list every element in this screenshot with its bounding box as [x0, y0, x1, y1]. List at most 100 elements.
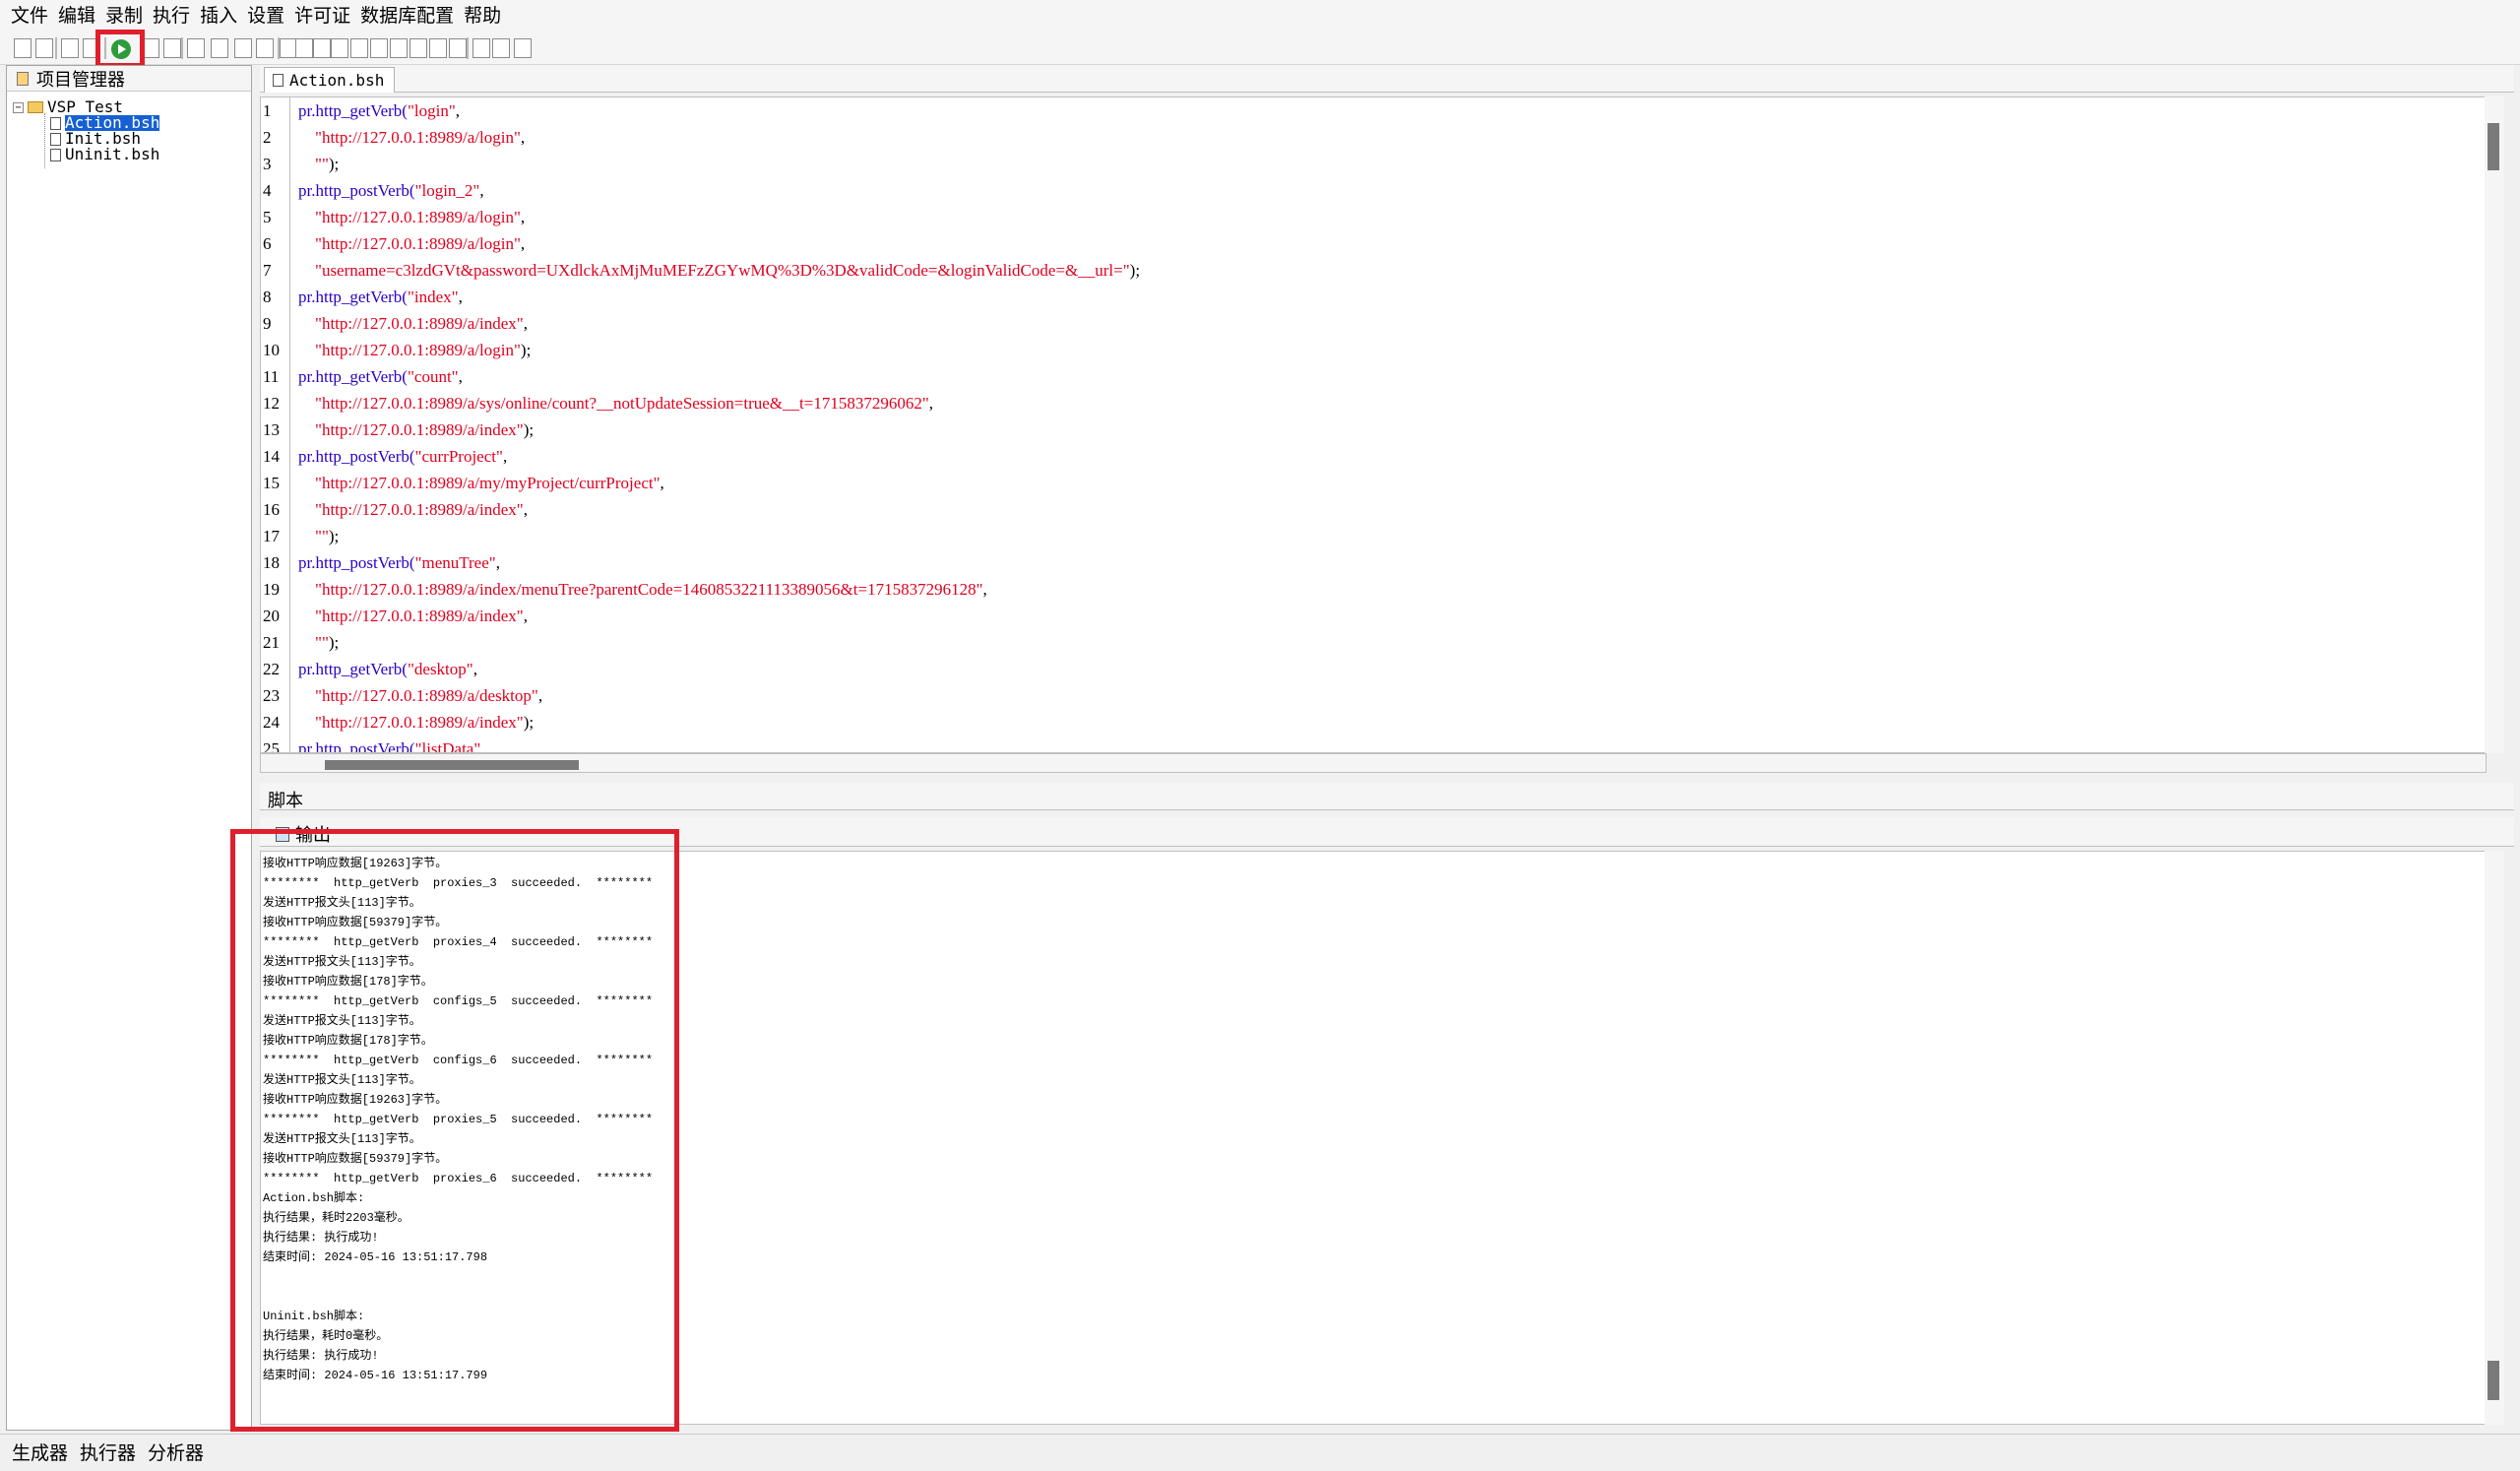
bottom-tab[interactable]: 执行器: [74, 1436, 142, 1471]
menu-item[interactable]: 执行: [148, 0, 195, 32]
editor-horizontal-scrollbar[interactable]: [260, 753, 2487, 773]
toolbar-tool-icon[interactable]: [331, 38, 348, 58]
project-manager-panel: 项目管理器 − VSP_Test Action.bsh Init.bsh Uni…: [6, 65, 252, 1431]
output-vertical-scrollbar[interactable]: [2485, 851, 2504, 1425]
code-token: ,: [495, 553, 500, 572]
tab-action-bsh[interactable]: Action.bsh: [264, 67, 396, 93]
code-line: 8 pr.http_getVerb("index",: [261, 284, 2476, 310]
collapse-icon[interactable]: −: [13, 101, 24, 113]
toolbar-tool-icon[interactable]: [370, 38, 388, 58]
file-icon: [50, 132, 61, 146]
toolbar-tool-icon[interactable]: [295, 38, 313, 58]
output-line: 接收HTTP响应数据[178]字节。: [263, 975, 433, 989]
tree-item-uninit-bsh[interactable]: Uninit.bsh: [7, 147, 251, 162]
bottom-tab[interactable]: 生成器: [6, 1436, 74, 1471]
code-text: "http://127.0.0.1:8989/a/sys/online/coun…: [298, 390, 933, 416]
menu-item[interactable]: 许可证: [289, 0, 355, 32]
bottom-tab[interactable]: 分析器: [142, 1436, 210, 1471]
toolbar-tool-icon[interactable]: [390, 38, 408, 58]
code-line: 1 pr.http_getVerb("login",: [261, 97, 2476, 124]
menu-item[interactable]: 录制: [100, 0, 148, 32]
code-token: "listData": [414, 739, 481, 753]
code-token: );: [523, 420, 535, 439]
toolbar-tool-icon[interactable]: [14, 38, 32, 58]
menu-item[interactable]: 文件: [6, 0, 53, 32]
code-line: 17 "");: [261, 523, 2476, 549]
code-text: "http://127.0.0.1:8989/a/index");: [298, 709, 534, 736]
code-token: pr.http_getVerb(: [298, 367, 408, 386]
toolbar-tool-icon[interactable]: [313, 38, 331, 58]
toolbar-tool-icon[interactable]: [514, 38, 532, 58]
code-line: 15 "http://127.0.0.1:8989/a/my/myProject…: [261, 470, 2476, 496]
menu-item[interactable]: 设置: [242, 0, 289, 32]
output-line: ******** http_getVerb proxies_5 succeede…: [263, 1113, 654, 1126]
output-line: 执行结果，耗时2203毫秒。: [263, 1211, 410, 1225]
toolbar-tool-icon[interactable]: [61, 38, 79, 58]
toolbar-tool-icon[interactable]: [492, 38, 510, 58]
code-token: "": [315, 155, 329, 173]
toolbar-tool-icon[interactable]: [234, 38, 252, 58]
output-vertical-scroll-thumb[interactable]: [2488, 1361, 2499, 1400]
project-icon: [17, 71, 29, 86]
code-text: pr.http_getVerb("index",: [298, 284, 463, 310]
folder-icon: [28, 101, 43, 113]
code-token: ,: [520, 128, 526, 147]
output-line: 发送HTTP报文头[113]字节。: [263, 1132, 421, 1146]
output-console[interactable]: 接收HTTP响应数据[19263]字节。 ******** http_getVer…: [260, 851, 2487, 1425]
code-token: "http://127.0.0.1:8989/a/login": [315, 341, 521, 359]
output-line: 发送HTTP报文头[113]字节。: [263, 1014, 421, 1028]
menu-item[interactable]: 数据库配置: [355, 0, 459, 32]
code-token: pr.http_getVerb(: [298, 101, 408, 120]
editor-tab-bar: Action.bsh: [260, 65, 2514, 93]
toolbar-tool-icon[interactable]: [256, 38, 274, 58]
menu-item[interactable]: 帮助: [459, 0, 506, 32]
code-text: "http://127.0.0.1:8989/a/login",: [298, 204, 525, 230]
line-number: 18: [263, 553, 280, 572]
file-icon: [50, 116, 61, 130]
toolbar-tool-icon[interactable]: [187, 38, 205, 58]
editor-vertical-scroll-thumb[interactable]: [2488, 123, 2499, 170]
code-token: );: [520, 341, 532, 359]
toolbar-tool-icon[interactable]: [350, 38, 368, 58]
code-token: "username=c3lzdGVt&password=UXdlckAxMjMu…: [315, 261, 1130, 280]
code-token: "login_2": [414, 181, 480, 200]
code-line: 23 "http://127.0.0.1:8989/a/desktop",: [261, 682, 2476, 709]
code-text: pr.http_getVerb("login",: [298, 97, 460, 124]
code-token: );: [328, 155, 340, 173]
code-text: "username=c3lzdGVt&password=UXdlckAxMjMu…: [298, 257, 1140, 284]
editor-vertical-scrollbar[interactable]: [2485, 96, 2504, 753]
code-editor[interactable]: 1 pr.http_getVerb("login", 2 "http://127.0…: [260, 96, 2487, 753]
code-token: ,: [928, 394, 934, 413]
code-line: 22 pr.http_getVerb("desktop",: [261, 656, 2476, 682]
toolbar-tool-icon[interactable]: [410, 38, 427, 58]
line-number: 15: [263, 474, 280, 492]
toolbar-tool-icon[interactable]: [472, 38, 490, 58]
code-token: pr.http_postVerb(: [298, 739, 415, 753]
code-token: "http://127.0.0.1:8989/a/index/menuTree?…: [315, 580, 983, 599]
output-title: 输出: [276, 821, 331, 847]
project-tree: − VSP_Test Action.bsh Init.bsh Uninit.bs…: [7, 92, 251, 168]
tab-script[interactable]: 脚本: [268, 787, 303, 812]
editor-horizontal-scroll-thumb[interactable]: [325, 760, 579, 770]
output-line: 发送HTTP报文头[113]字节。: [263, 1073, 421, 1087]
panel-splitter[interactable]: [252, 65, 258, 1431]
line-number: 5: [263, 208, 272, 226]
code-token: );: [328, 633, 340, 652]
menu-item[interactable]: 编辑: [53, 0, 100, 32]
tree-item-label: Uninit.bsh: [65, 145, 160, 163]
output-line: ******** http_getVerb configs_6 succeede…: [263, 1054, 654, 1067]
toolbar-tool-icon[interactable]: [429, 38, 447, 58]
code-text: pr.http_postVerb("currProject",: [298, 443, 507, 470]
toolbar-tool-icon[interactable]: [163, 38, 181, 58]
toolbar-tool-icon[interactable]: [35, 38, 53, 58]
line-number: 21: [263, 633, 280, 652]
toolbar-tool-icon[interactable]: [449, 38, 467, 58]
output-line: Uninit.bsh脚本:: [263, 1310, 365, 1323]
toolbar-tool-icon[interactable]: [211, 38, 228, 58]
code-token: ,: [458, 288, 463, 306]
menu-item[interactable]: 插入: [195, 0, 242, 32]
run-button-highlight: [95, 30, 145, 68]
